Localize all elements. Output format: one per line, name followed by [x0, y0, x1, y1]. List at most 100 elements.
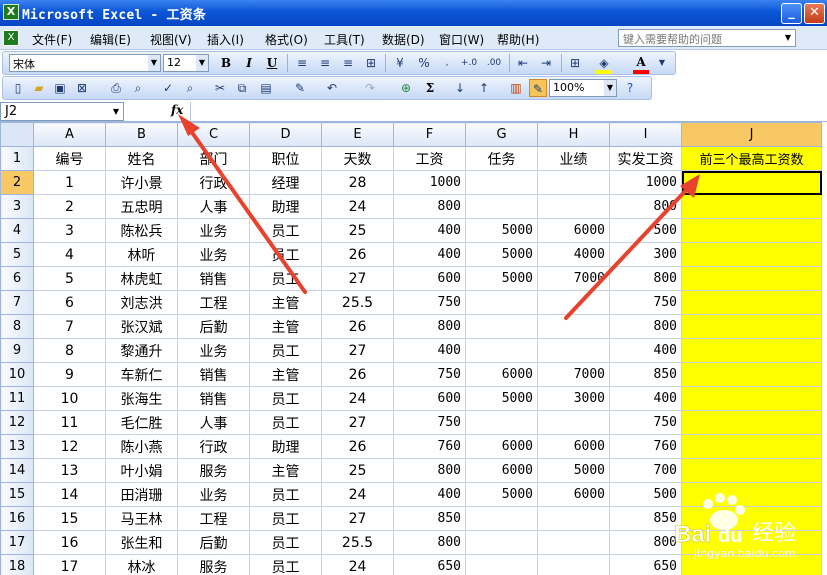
cell-g9[interactable] [465, 338, 538, 363]
cell-e11[interactable]: 24 [321, 386, 394, 411]
font-color-button[interactable]: A [632, 53, 650, 71]
cell-e14[interactable]: 25 [321, 458, 394, 483]
cell-c13[interactable]: 行政 [177, 434, 250, 459]
cell-h15[interactable]: 6000 [537, 482, 610, 507]
cell-f12[interactable]: 750 [393, 410, 466, 435]
cell-a12[interactable]: 11 [33, 410, 106, 435]
redo-icon[interactable]: ↷ [361, 79, 379, 97]
chart-wizard-icon[interactable]: ▥ [507, 79, 525, 97]
column-header-b[interactable]: B [105, 122, 178, 147]
row-header[interactable]: 9 [0, 338, 34, 363]
select-all-corner[interactable] [0, 122, 34, 147]
menu-window[interactable]: 窗口(W) [439, 31, 484, 48]
row-header[interactable]: 5 [0, 242, 34, 267]
font-name-select[interactable]: 宋体 ▼ [9, 54, 161, 72]
save-icon[interactable]: ▣ [51, 79, 69, 97]
cell-d2[interactable]: 经理 [249, 170, 322, 195]
row-header[interactable]: 8 [0, 314, 34, 339]
cell-h2[interactable] [537, 170, 610, 195]
cell-b18[interactable]: 林冰 [105, 554, 178, 575]
column-header-i[interactable]: I [609, 122, 682, 147]
cell-e15[interactable]: 24 [321, 482, 394, 507]
column-header-a[interactable]: A [33, 122, 106, 147]
cell-b12[interactable]: 毛仁胜 [105, 410, 178, 435]
row-header[interactable]: 13 [0, 434, 34, 459]
paste-icon[interactable]: ▤ [257, 79, 275, 97]
cell-h12[interactable] [537, 410, 610, 435]
cell-f18[interactable]: 650 [393, 554, 466, 575]
row-header[interactable]: 17 [0, 530, 34, 555]
cell-a15[interactable]: 14 [33, 482, 106, 507]
cell-e6[interactable]: 27 [321, 266, 394, 291]
cell-f7[interactable]: 750 [393, 290, 466, 315]
cell-h16[interactable] [537, 506, 610, 531]
cell-h17[interactable] [537, 530, 610, 555]
cell-i1[interactable]: 实发工资 [609, 146, 682, 171]
increase-indent-icon[interactable]: ⇥ [537, 54, 555, 72]
cell-i4[interactable]: 500 [609, 218, 682, 243]
cell-h4[interactable]: 6000 [537, 218, 610, 243]
cell-a16[interactable]: 15 [33, 506, 106, 531]
cell-f8[interactable]: 800 [393, 314, 466, 339]
cell-d4[interactable]: 员工 [249, 218, 322, 243]
spelling-icon[interactable]: ✓ [159, 79, 177, 97]
cell-e7[interactable]: 25.5 [321, 290, 394, 315]
cell-b11[interactable]: 张海生 [105, 386, 178, 411]
cell-e1[interactable]: 天数 [321, 146, 394, 171]
cell-g18[interactable] [465, 554, 538, 575]
cell-h8[interactable] [537, 314, 610, 339]
cell-g13[interactable]: 6000 [465, 434, 538, 459]
decrease-indent-icon[interactable]: ⇤ [514, 54, 532, 72]
cell-e5[interactable]: 26 [321, 242, 394, 267]
chevron-down-icon[interactable]: ▼ [148, 55, 160, 71]
cell-i2[interactable]: 1000 [609, 170, 682, 195]
percent-button[interactable]: % [415, 54, 433, 72]
cell-j5[interactable] [681, 242, 822, 267]
align-center-icon[interactable]: ≡ [316, 54, 334, 72]
cell-a6[interactable]: 5 [33, 266, 106, 291]
autosum-button[interactable]: Σ [421, 79, 439, 97]
cell-f4[interactable]: 400 [393, 218, 466, 243]
cell-e3[interactable]: 24 [321, 194, 394, 219]
sort-descending-icon[interactable]: ↑ [475, 79, 493, 97]
cell-d8[interactable]: 主管 [249, 314, 322, 339]
cell-h9[interactable] [537, 338, 610, 363]
minimize-button[interactable]: _ [781, 3, 802, 24]
permission-icon[interactable]: ⊠ [73, 79, 91, 97]
cell-b3[interactable]: 五忠明 [105, 194, 178, 219]
menu-view[interactable]: 视图(V) [150, 31, 192, 48]
cell-a3[interactable]: 2 [33, 194, 106, 219]
cell-j2[interactable] [681, 170, 822, 195]
format-painter-icon[interactable]: ✎ [291, 79, 309, 97]
cell-g15[interactable]: 5000 [465, 482, 538, 507]
cell-c12[interactable]: 人事 [177, 410, 250, 435]
menu-help[interactable]: 帮助(H) [497, 31, 539, 48]
chevron-down-icon[interactable]: ▼ [604, 80, 616, 96]
cell-c11[interactable]: 销售 [177, 386, 250, 411]
cell-h1[interactable]: 业绩 [537, 146, 610, 171]
cell-g11[interactable]: 5000 [465, 386, 538, 411]
cell-d16[interactable]: 员工 [249, 506, 322, 531]
cell-d17[interactable]: 员工 [249, 530, 322, 555]
cell-d14[interactable]: 主管 [249, 458, 322, 483]
cell-f15[interactable]: 400 [393, 482, 466, 507]
cell-e9[interactable]: 27 [321, 338, 394, 363]
menu-format[interactable]: 格式(O) [265, 31, 308, 48]
cell-b10[interactable]: 车新仁 [105, 362, 178, 387]
cell-e13[interactable]: 26 [321, 434, 394, 459]
row-header[interactable]: 6 [0, 266, 34, 291]
cell-j11[interactable] [681, 386, 822, 411]
research-icon[interactable]: ⌕ [181, 79, 199, 97]
cell-c17[interactable]: 后勤 [177, 530, 250, 555]
chevron-down-icon[interactable]: ▼ [782, 31, 794, 45]
chevron-down-icon[interactable]: ▼ [109, 103, 123, 120]
increase-decimal-button[interactable]: +.0 [458, 54, 480, 72]
cell-a2[interactable]: 1 [33, 170, 106, 195]
cell-b5[interactable]: 林听 [105, 242, 178, 267]
cell-j10[interactable] [681, 362, 822, 387]
cell-d1[interactable]: 职位 [249, 146, 322, 171]
cell-c15[interactable]: 业务 [177, 482, 250, 507]
cell-g7[interactable] [465, 290, 538, 315]
cell-g5[interactable]: 5000 [465, 242, 538, 267]
cell-b1[interactable]: 姓名 [105, 146, 178, 171]
